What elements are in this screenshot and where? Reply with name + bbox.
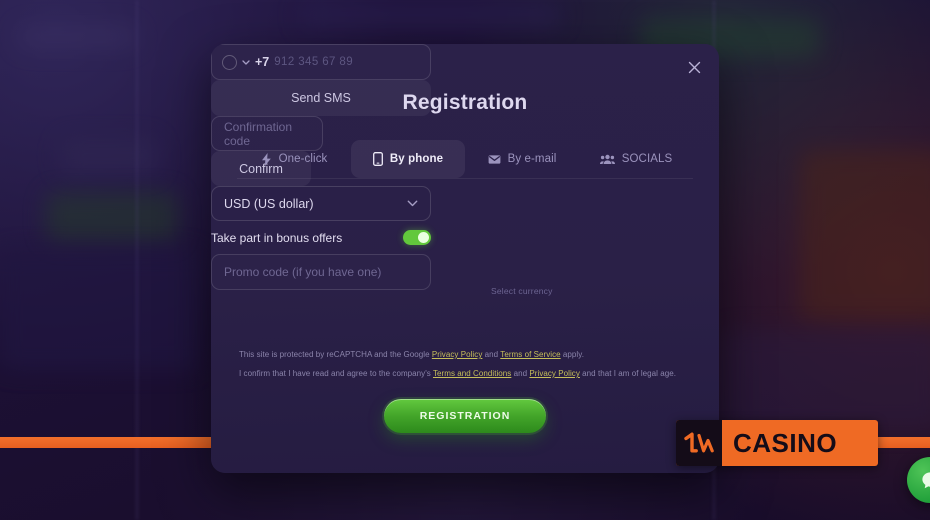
submit-row: REGISTRATION xyxy=(211,399,719,433)
promo-code-input[interactable]: Promo code (if you have one) xyxy=(211,254,431,290)
casino-logo-text: CASINO xyxy=(733,427,838,458)
casino-logo: CASINO xyxy=(676,420,878,466)
backdrop-blob xyxy=(18,26,136,48)
tab-by-phone-label: By phone xyxy=(389,153,444,165)
privacy-policy-link[interactable]: Privacy Policy xyxy=(432,350,483,359)
close-icon[interactable] xyxy=(683,56,705,78)
bonus-offers-row: Take part in bonus offers xyxy=(211,221,431,254)
envelope-icon xyxy=(488,154,501,165)
terms-and-conditions-link[interactable]: Terms and Conditions xyxy=(433,369,511,378)
tab-socials-label: SOCIALS xyxy=(621,153,673,165)
tab-one-click[interactable]: One-click xyxy=(237,140,351,178)
legal-text: apply. xyxy=(560,350,584,359)
backdrop-blob xyxy=(720,330,930,430)
bonus-offers-toggle[interactable] xyxy=(403,230,431,245)
tab-by-email[interactable]: By e-mail xyxy=(465,140,579,178)
backdrop-blob xyxy=(0,250,200,370)
chevron-down-icon[interactable] xyxy=(407,200,418,207)
russia-flag-icon[interactable] xyxy=(222,55,237,70)
recaptcha-legal-text: This site is protected by reCAPTCHA and … xyxy=(239,350,584,359)
currency-field-label: Select currency xyxy=(487,286,557,296)
promo-code-placeholder: Promo code (if you have one) xyxy=(224,265,382,279)
smartphone-icon xyxy=(372,152,383,166)
registration-method-tabs: One-click By phone By e-mail SOCIALS xyxy=(237,140,693,179)
backdrop-blob xyxy=(46,192,178,242)
tab-by-phone[interactable]: By phone xyxy=(351,140,465,178)
lightning-icon xyxy=(261,152,272,166)
legal-text: and xyxy=(482,350,501,359)
phone-placeholder: 912 345 67 89 xyxy=(274,56,354,68)
privacy-policy-link[interactable]: Privacy Policy xyxy=(529,369,580,378)
legal-text: I confirm that I have read and agree to … xyxy=(239,369,433,378)
terms-of-service-link[interactable]: Terms of Service xyxy=(500,350,560,359)
legal-text: and that I am of legal age. xyxy=(579,369,677,378)
tab-by-email-label: By e-mail xyxy=(507,153,557,165)
legal-text: This site is protected by reCAPTCHA and … xyxy=(239,350,432,359)
country-code: +7 xyxy=(255,55,270,69)
backdrop-blob xyxy=(800,150,930,320)
page-title: Registration xyxy=(402,91,528,114)
registration-modal: Registration One-click By phone By e-mai… xyxy=(211,44,719,473)
chevron-down-icon[interactable] xyxy=(242,59,250,65)
tab-one-click-label: One-click xyxy=(278,153,328,165)
legal-text: and xyxy=(511,369,530,378)
currency-select[interactable]: USD (US dollar) xyxy=(211,186,431,221)
tab-socials[interactable]: SOCIALS xyxy=(579,140,693,178)
people-icon xyxy=(599,154,615,165)
phone-input[interactable]: +7 912 345 67 89 xyxy=(211,44,431,80)
terms-consent-text: I confirm that I have read and agree to … xyxy=(239,369,676,378)
backdrop-blob xyxy=(300,0,560,30)
backdrop-blob xyxy=(60,138,158,174)
one-win-mark-icon xyxy=(676,420,722,466)
currency-selected-value: USD (US dollar) xyxy=(224,196,314,211)
bonus-offers-label: Take part in bonus offers xyxy=(211,230,343,245)
registration-submit-button[interactable]: REGISTRATION xyxy=(384,399,546,433)
